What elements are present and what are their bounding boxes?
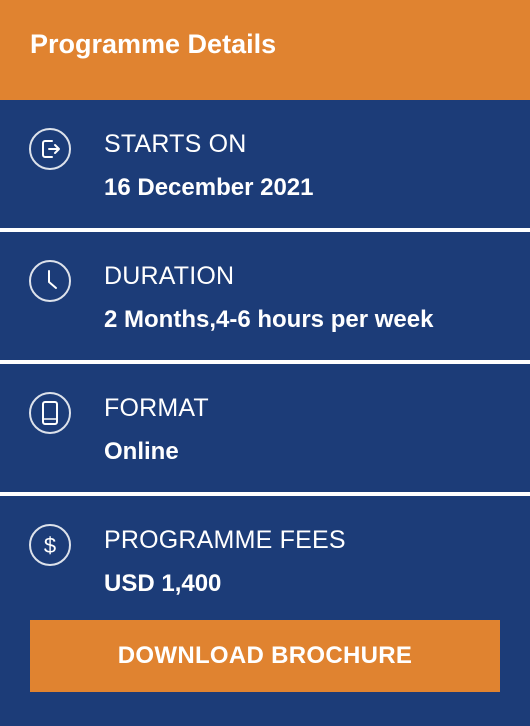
panel-header: Programme Details [0, 0, 530, 100]
detail-row-programme-fees: $ PROGRAMME FEES USD 1,400 DOWNLOAD BROC… [0, 496, 530, 726]
dollar-icon: $ [28, 523, 72, 567]
clock-icon [28, 259, 72, 303]
detail-value: USD 1,400 [104, 570, 222, 597]
detail-row-duration: DURATION 2 Months,4-6 hours per week [0, 232, 530, 360]
page-title: Programme Details [30, 28, 277, 59]
download-brochure-button[interactable]: DOWNLOAD BROCHURE [30, 620, 500, 692]
svg-text:$: $ [44, 533, 56, 558]
exit-icon [28, 127, 72, 171]
detail-label: PROGRAMME FEES [104, 526, 346, 554]
detail-value: 2 Months,4-6 hours per week [104, 306, 434, 333]
detail-value: 16 December 2021 [104, 174, 314, 201]
detail-label: STARTS ON [104, 130, 247, 158]
detail-row-format: FORMAT Online [0, 364, 530, 492]
tablet-icon [28, 391, 72, 435]
detail-value: Online [104, 438, 179, 465]
detail-row-starts-on: STARTS ON 16 December 2021 [0, 100, 530, 228]
detail-label: FORMAT [104, 394, 209, 422]
detail-label: DURATION [104, 262, 235, 290]
programme-details-panel: Programme Details STARTS ON 16 December … [0, 0, 530, 726]
